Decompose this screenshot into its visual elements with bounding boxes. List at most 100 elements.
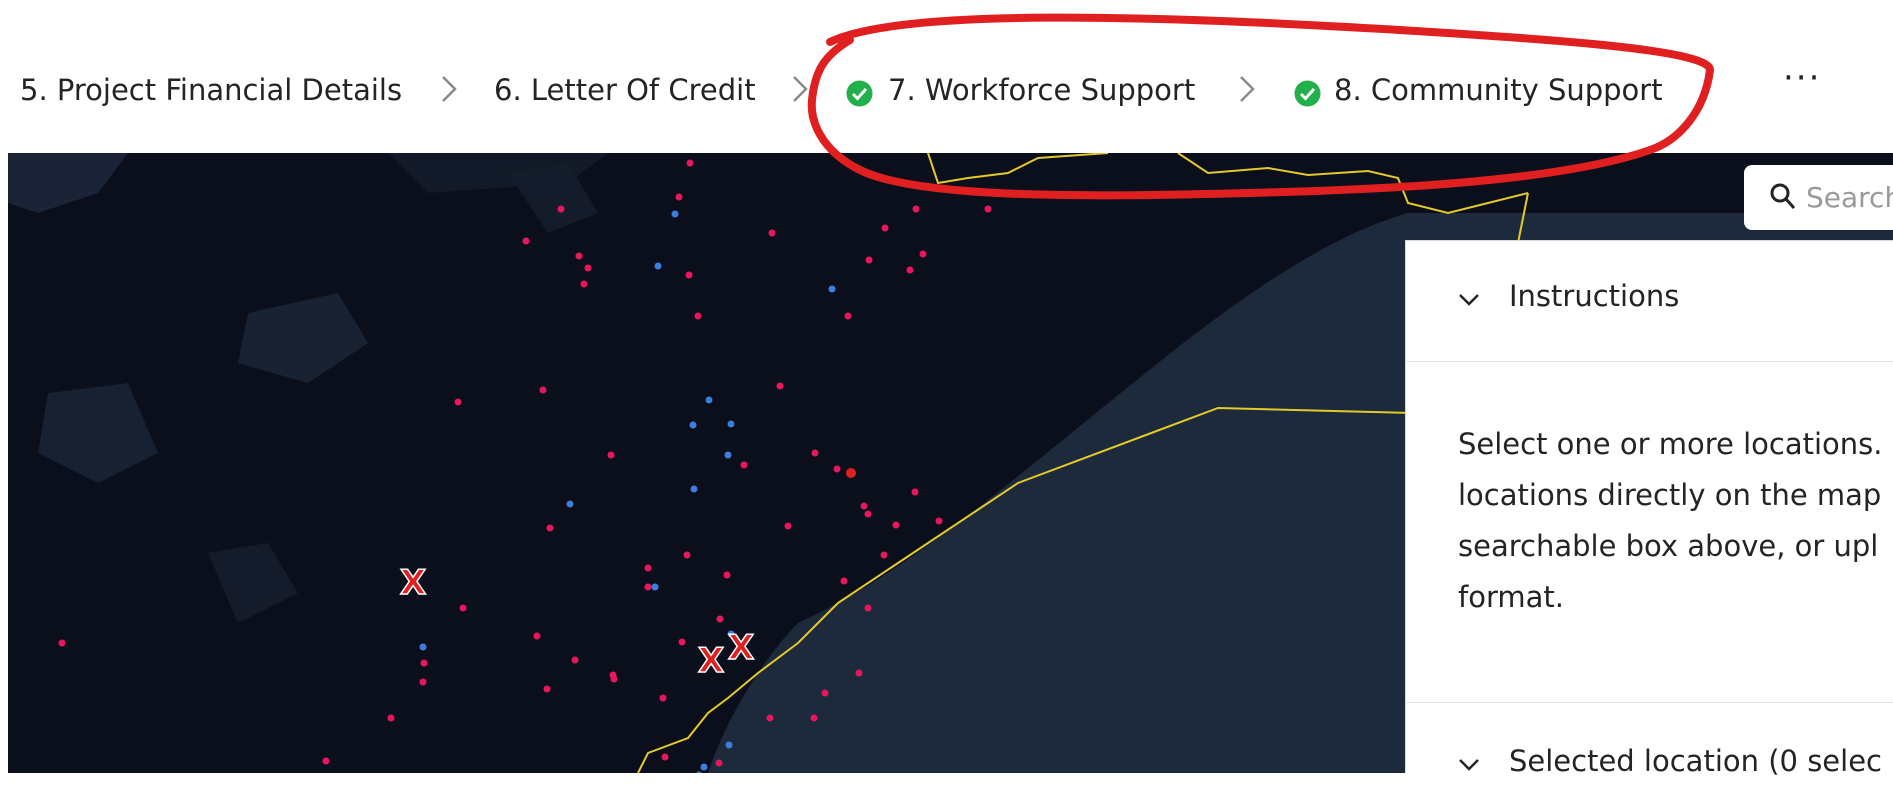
step-label: 8. Community Support — [1334, 73, 1663, 107]
location-dot[interactable] — [811, 449, 819, 457]
location-dot[interactable] — [715, 759, 723, 767]
instructions-panel: Instructions Select one or more location… — [1405, 240, 1893, 778]
chevron-right-icon — [442, 76, 457, 102]
location-dot[interactable] — [533, 632, 541, 640]
location-dot[interactable] — [419, 678, 427, 686]
location-dot[interactable] — [919, 250, 927, 258]
step-7-workforce-support[interactable]: 7. Workforce Support — [888, 70, 1195, 110]
location-dot[interactable] — [566, 500, 574, 508]
location-dot[interactable] — [906, 266, 914, 274]
location-dot[interactable] — [892, 521, 900, 529]
step-label: 6. Letter Of Credit — [494, 73, 756, 107]
more-icon[interactable]: ··· — [1783, 58, 1821, 98]
location-dot[interactable] — [671, 210, 679, 218]
marker-label: X — [697, 640, 725, 682]
location-dot[interactable] — [740, 461, 748, 469]
search-placeholder: Search — [1806, 181, 1893, 214]
map-marker[interactable]: X — [727, 627, 755, 669]
location-dot[interactable] — [539, 386, 547, 394]
location-dot[interactable] — [865, 256, 873, 264]
location-dot[interactable] — [881, 224, 889, 232]
location-dot[interactable] — [659, 694, 667, 702]
chevron-down-icon — [1459, 759, 1479, 771]
location-dot[interactable] — [685, 271, 693, 279]
map-marker[interactable]: X — [697, 640, 725, 682]
step-label: 7. Workforce Support — [888, 73, 1196, 107]
location-dot[interactable] — [644, 564, 652, 572]
location-dot[interactable] — [546, 524, 554, 532]
location-dot[interactable] — [678, 638, 686, 646]
location-dot[interactable] — [661, 753, 669, 761]
location-dot[interactable] — [864, 604, 872, 612]
step-navigation: 5. Project Financial Details 6. Letter O… — [0, 0, 1893, 153]
chevron-right-icon — [1240, 76, 1255, 102]
location-dot[interactable] — [571, 656, 579, 664]
marker-label: X — [399, 562, 427, 604]
location-dot[interactable] — [860, 502, 868, 510]
location-dot[interactable] — [700, 763, 708, 771]
location-dot[interactable] — [864, 510, 872, 518]
location-dot[interactable] — [828, 285, 836, 293]
location-dot[interactable] — [322, 757, 330, 765]
location-dot[interactable] — [725, 741, 733, 749]
location-dot[interactable] — [694, 312, 702, 320]
location-dot[interactable] — [543, 685, 551, 693]
instructions-title: Instructions — [1509, 279, 1680, 313]
location-dot[interactable] — [607, 451, 615, 459]
location-dot[interactable] — [420, 659, 428, 667]
location-dot[interactable] — [609, 671, 617, 679]
location-dot[interactable] — [644, 583, 652, 591]
location-dot[interactable] — [840, 577, 848, 585]
location-dot[interactable] — [723, 571, 731, 579]
location-dot[interactable] — [690, 485, 698, 493]
selected-location-header[interactable]: Selected location (0 selec — [1406, 744, 1893, 786]
location-dot[interactable] — [654, 262, 662, 270]
location-dot[interactable] — [833, 465, 841, 473]
location-dot[interactable] — [766, 714, 774, 722]
location-dot[interactable] — [716, 615, 724, 623]
selected-location-dot[interactable] — [846, 468, 856, 478]
location-dot[interactable] — [821, 689, 829, 697]
location-dot[interactable] — [459, 604, 467, 612]
check-circle-icon — [1294, 80, 1321, 107]
location-dot[interactable] — [651, 583, 659, 591]
location-dot[interactable] — [522, 237, 530, 245]
location-dot[interactable] — [557, 205, 565, 213]
location-dot[interactable] — [810, 714, 818, 722]
location-dot[interactable] — [584, 264, 592, 272]
location-dot[interactable] — [686, 159, 694, 167]
location-dot[interactable] — [454, 398, 462, 406]
step-6-letter-of-credit[interactable]: 6. Letter Of Credit — [494, 70, 756, 110]
location-dot[interactable] — [935, 517, 943, 525]
location-dot[interactable] — [683, 551, 691, 559]
location-search-input[interactable]: Search — [1744, 165, 1893, 230]
marker-label: X — [727, 627, 755, 669]
location-dot[interactable] — [844, 312, 852, 320]
step-label: 5. Project Financial Details — [20, 73, 403, 107]
location-dot[interactable] — [689, 421, 697, 429]
location-dot[interactable] — [705, 396, 713, 404]
instructions-header[interactable]: Instructions — [1406, 279, 1893, 341]
location-dot[interactable] — [580, 280, 588, 288]
location-dot[interactable] — [855, 669, 863, 677]
location-dot[interactable] — [727, 420, 735, 428]
location-dot[interactable] — [776, 382, 784, 390]
location-dot[interactable] — [724, 451, 732, 459]
location-dot[interactable] — [911, 488, 919, 496]
location-dot[interactable] — [768, 229, 776, 237]
location-dot[interactable] — [984, 205, 992, 213]
location-dot[interactable] — [784, 522, 792, 530]
step-5-project-financial-details[interactable]: 5. Project Financial Details — [20, 70, 402, 110]
location-dot[interactable] — [880, 551, 888, 559]
location-dot[interactable] — [675, 193, 683, 201]
chevron-down-icon — [1459, 294, 1479, 306]
location-dot[interactable] — [419, 643, 427, 651]
chevron-right-icon — [793, 76, 808, 102]
location-dot[interactable] — [912, 205, 920, 213]
step-8-community-support[interactable]: 8. Community Support — [1334, 70, 1663, 110]
location-dot[interactable] — [387, 714, 395, 722]
divider — [1406, 702, 1893, 703]
location-dot[interactable] — [575, 252, 583, 260]
location-dot[interactable] — [58, 639, 66, 647]
map-marker[interactable]: X — [399, 562, 427, 604]
